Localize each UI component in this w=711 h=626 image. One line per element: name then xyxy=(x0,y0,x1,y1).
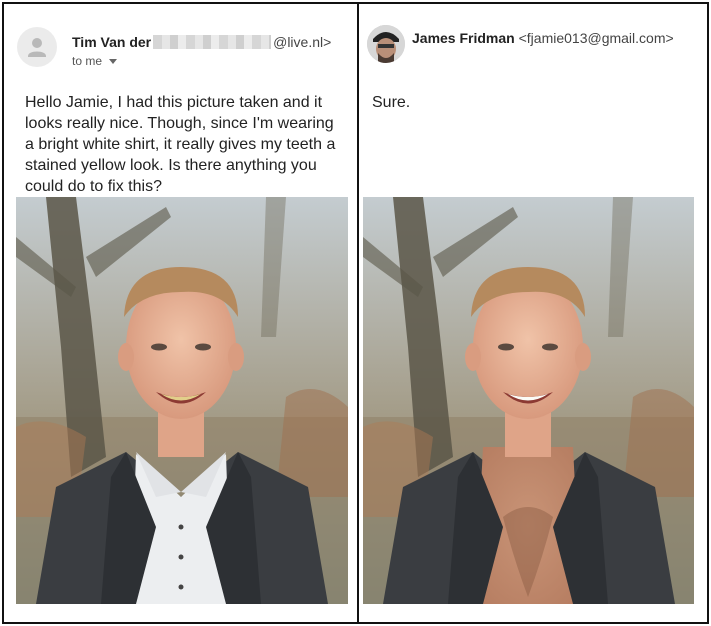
sender-email-suffix: @live.nl> xyxy=(273,34,332,50)
default-avatar-icon[interactable] xyxy=(17,27,57,67)
sender-name[interactable]: James Fridman xyxy=(412,30,515,46)
photo-original xyxy=(16,197,348,604)
comparison-frame: Tim Van der @live.nl> to me Hello Jamie, … xyxy=(2,2,709,624)
email-panel-left: Tim Van der @live.nl> to me Hello Jamie, … xyxy=(4,4,357,622)
recipient-dropdown[interactable]: to me xyxy=(72,54,118,68)
redacted-email-block xyxy=(153,35,272,49)
photo-edited xyxy=(363,197,694,604)
profile-photo-icon xyxy=(367,25,405,63)
message-body: Sure. xyxy=(372,94,411,111)
recipient-label: to me xyxy=(72,54,103,68)
email-panel-right: James Fridman <fjamie013@gmail.com> Sure… xyxy=(359,4,707,622)
portrait-shirtless-edit-icon xyxy=(363,197,694,604)
sender-header: Tim Van der @live.nl> xyxy=(72,34,331,50)
sender-email: <fjamie013@gmail.com> xyxy=(518,30,674,46)
message-body: Hello Jamie, I had this picture taken an… xyxy=(25,94,336,195)
sender-avatar[interactable] xyxy=(367,25,405,63)
sender-name[interactable]: Tim Van der xyxy=(72,34,151,50)
sender-header: James Fridman <fjamie013@gmail.com> xyxy=(412,30,674,46)
portrait-with-white-shirt-icon xyxy=(16,197,348,604)
chevron-down-icon[interactable] xyxy=(109,58,118,64)
